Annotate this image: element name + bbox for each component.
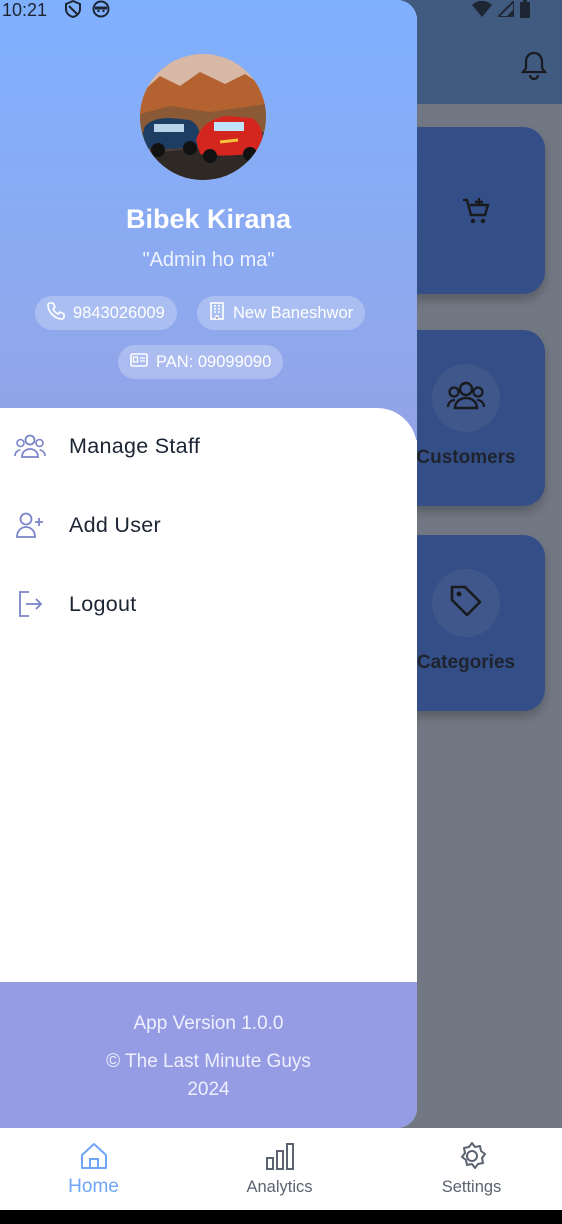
shield-icon: [64, 0, 82, 23]
profile-tagline: "Admin ho ma": [142, 249, 275, 271]
address-chip[interactable]: New Baneshwor: [197, 296, 366, 330]
nav-settings[interactable]: Settings: [378, 1128, 562, 1210]
menu-item-logout[interactable]: Logout: [0, 572, 417, 636]
logout-icon: [14, 588, 46, 620]
drawer-menu: Manage Staff Add User Logout: [0, 408, 417, 982]
status-bar: 10:21: [0, 0, 562, 22]
menu-item-label: Add User: [69, 512, 162, 537]
nav-label: Settings: [441, 1178, 502, 1196]
id-card-icon: [130, 352, 148, 372]
bar-chart-icon: [186, 1140, 373, 1172]
bottom-navigation: Home Analytics Settings: [0, 1128, 562, 1210]
face-icon: [92, 0, 110, 23]
wifi-icon: [472, 0, 492, 22]
battery-icon: [520, 0, 530, 23]
copyright-year: 2024: [187, 1079, 230, 1100]
group-icon: [14, 430, 46, 462]
pan-chip[interactable]: PAN: 09099090: [118, 345, 284, 379]
menu-item-label: Logout: [69, 591, 137, 616]
building-icon: [209, 301, 225, 325]
nav-label: Home: [68, 1176, 119, 1197]
signal-icon: [495, 0, 515, 22]
drawer-header: Bibek Kirana "Admin ho ma" 9843026009 Ne…: [0, 0, 417, 440]
phone-icon: [47, 301, 65, 325]
menu-item-label: Manage Staff: [69, 433, 201, 458]
home-icon: [0, 1140, 187, 1172]
menu-item-manage-staff[interactable]: Manage Staff: [0, 414, 417, 478]
nav-analytics[interactable]: Analytics: [186, 1128, 373, 1210]
copyright-text: © The Last Minute Guys: [106, 1051, 311, 1072]
nav-home[interactable]: Home: [0, 1128, 187, 1210]
phone-number: 9843026009: [73, 303, 165, 322]
drawer-footer: App Version 1.0.0 © The Last Minute Guys…: [0, 982, 417, 1128]
address-text: New Baneshwor: [233, 303, 354, 322]
phone-chip[interactable]: 9843026009: [35, 296, 177, 330]
navigation-drawer: Bibek Kirana "Admin ho ma" 9843026009 Ne…: [0, 0, 417, 1128]
pan-text: PAN: 09099090: [156, 352, 272, 371]
app-version: App Version 1.0.0: [133, 1013, 284, 1034]
profile-name: Bibek Kirana: [125, 204, 292, 234]
menu-item-add-user[interactable]: Add User: [0, 493, 417, 557]
status-time: 10:21: [2, 0, 48, 20]
gear-icon: [378, 1140, 562, 1172]
nav-label: Analytics: [246, 1178, 313, 1196]
add-user-icon: [14, 509, 46, 541]
copyright: © The Last Minute Guys 2024: [0, 1048, 417, 1104]
avatar[interactable]: [140, 54, 266, 180]
system-navigation-bar: [0, 1210, 562, 1224]
